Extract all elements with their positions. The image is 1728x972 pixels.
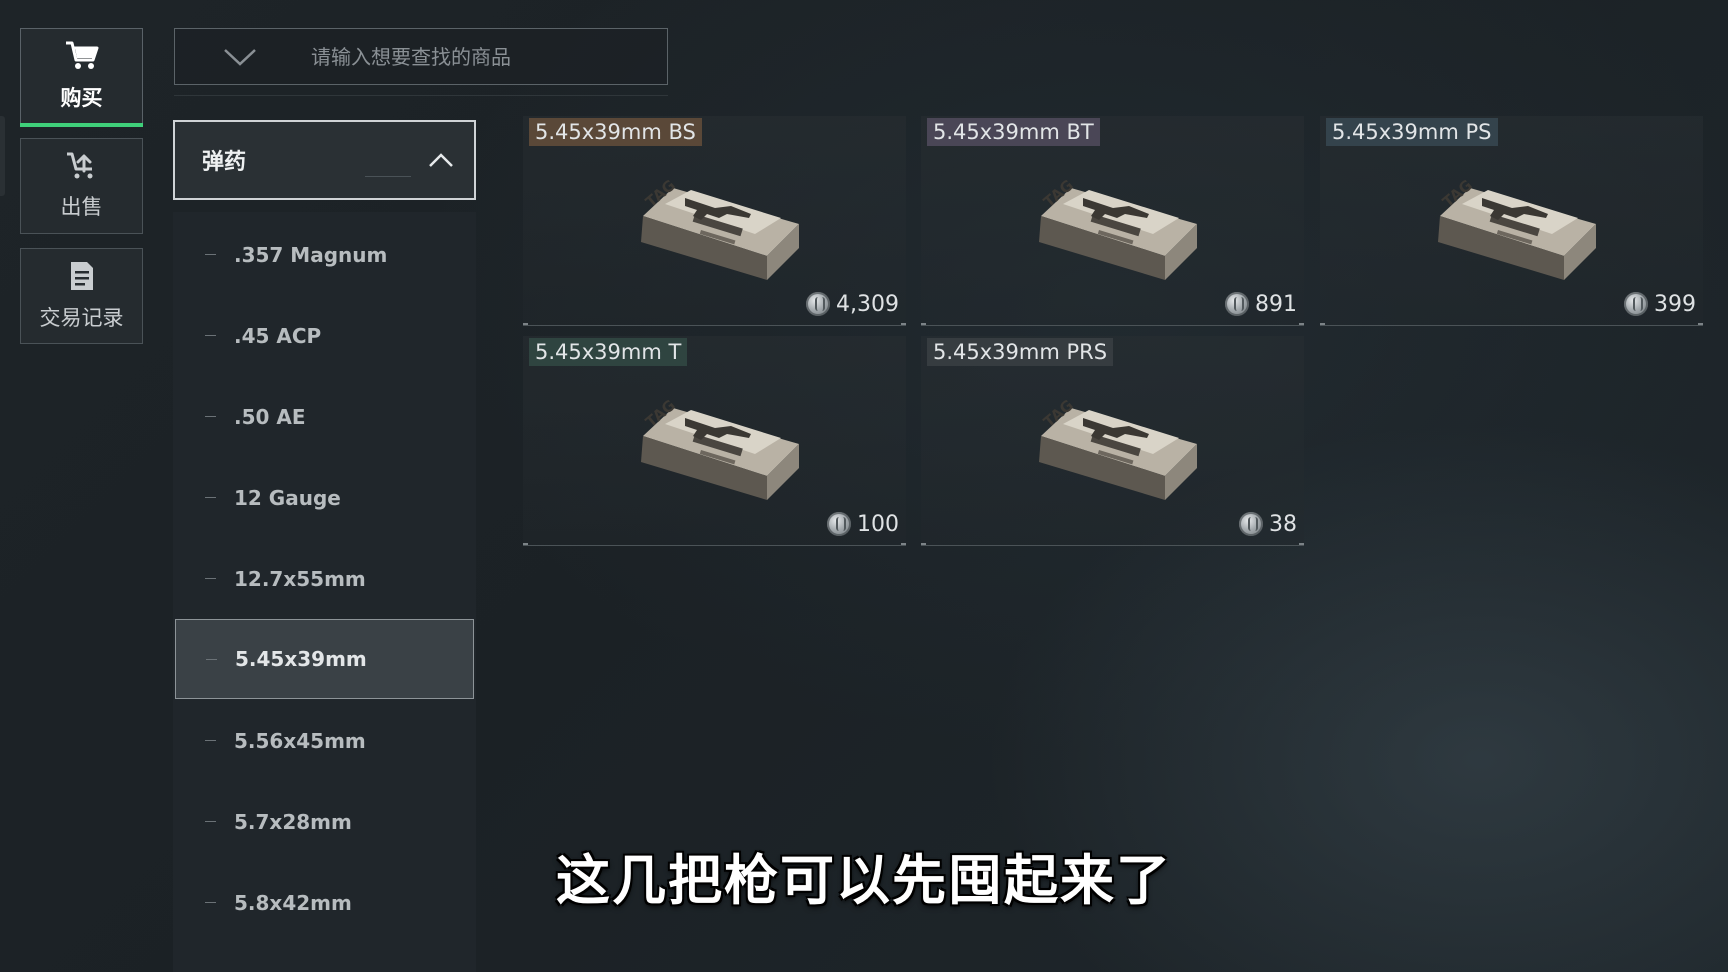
item-dash [205, 254, 216, 255]
price-value: 891 [1255, 291, 1297, 317]
product-card-t[interactable]: 5.45x39mm T TAG 100 [523, 336, 906, 546]
item-dash [205, 335, 216, 336]
category-title: 弹药 [202, 150, 247, 175]
nav-history-button[interactable]: 交易记录 [20, 248, 143, 344]
search-divider [174, 95, 668, 96]
product-card-prs[interactable]: 5.45x39mm PRS TAG 38 [921, 336, 1304, 546]
category-header-ammo[interactable]: 弹药 [173, 120, 476, 200]
ammo-box-icon: TAG [1029, 156, 1199, 290]
document-icon [69, 260, 95, 292]
header-divider [365, 176, 411, 177]
coin-icon [1225, 292, 1249, 316]
category-item-45-acp[interactable]: .45 ACP [175, 296, 474, 376]
category-item-label: 5.45x39mm [235, 647, 367, 671]
search-input[interactable] [311, 37, 651, 77]
category-item-50-ae[interactable]: .50 AE [175, 377, 474, 457]
category-item-5-45x39mm[interactable]: 5.45x39mm [175, 619, 474, 699]
nav-sell-button[interactable]: 出售 [20, 138, 143, 234]
price-value: 4,309 [836, 291, 899, 317]
product-name: 5.45x39mm BS [529, 118, 702, 146]
category-item-label: 5.7x28mm [234, 810, 352, 834]
product-card-bs[interactable]: 5.45x39mm BS TAG 4,309 [523, 116, 906, 326]
cart-icon [64, 40, 100, 72]
category-item-5-56x45mm[interactable]: 5.56x45mm [175, 701, 474, 781]
category-item-label: .357 Magnum [234, 243, 388, 267]
category-item-label: 5.56x45mm [234, 729, 366, 753]
category-item-357-magnum[interactable]: .357 Magnum [175, 215, 474, 295]
card-underline [1320, 323, 1703, 326]
product-name: 5.45x39mm T [529, 338, 688, 366]
item-dash [205, 416, 216, 417]
price-tag: 891 [1225, 290, 1297, 318]
category-item-12-7x55mm[interactable]: 12.7x55mm [175, 539, 474, 619]
product-name: 5.45x39mm PS [1326, 118, 1498, 146]
product-name: 5.45x39mm PRS [927, 338, 1114, 366]
sell-icon [65, 151, 99, 181]
card-underline [921, 323, 1304, 326]
item-dash [205, 821, 216, 822]
chevron-down-icon[interactable] [223, 47, 257, 71]
price-tag: 4,309 [806, 290, 899, 318]
item-dash [205, 578, 216, 579]
coin-icon [1239, 512, 1263, 536]
nav-sell-label: 出售 [60, 195, 103, 219]
video-subtitle: 这几把枪可以先囤起来了 [556, 849, 1172, 912]
product-name: 5.45x39mm BT [927, 118, 1100, 146]
left-edge-tab [0, 116, 5, 196]
category-item-label: 12 Gauge [234, 486, 341, 510]
price-tag: 38 [1239, 510, 1297, 538]
price-value: 100 [857, 511, 899, 537]
product-card-ps[interactable]: 5.45x39mm PS TAG 399 [1320, 116, 1703, 326]
coin-icon [806, 292, 831, 316]
ammo-box-icon: TAG [1029, 376, 1199, 510]
ammo-box-icon: TAG [1428, 156, 1598, 290]
price-tag: 100 [827, 510, 899, 538]
category-item-12-gauge[interactable]: 12 Gauge [175, 458, 474, 538]
price-value: 399 [1654, 291, 1696, 317]
price-value: 38 [1269, 511, 1297, 537]
category-item-label: .45 ACP [234, 324, 322, 348]
coin-icon [827, 512, 851, 536]
coin-icon [1624, 292, 1648, 316]
ammo-box-icon: TAG [631, 156, 801, 290]
nav-buy-label: 购买 [60, 86, 103, 110]
chevron-up-icon[interactable] [428, 152, 454, 172]
nav-buy-button[interactable]: 购买 [20, 28, 143, 127]
search-bar[interactable] [174, 28, 668, 85]
category-item-label: .50 AE [234, 405, 306, 429]
item-dash [205, 497, 216, 498]
category-item-label: 12.7x55mm [234, 567, 366, 591]
item-dash [206, 659, 217, 660]
ammo-box-icon: TAG [631, 376, 801, 510]
price-tag: 399 [1624, 290, 1696, 318]
card-underline [523, 323, 906, 326]
item-dash [205, 740, 216, 741]
card-underline [921, 543, 1304, 546]
nav-history-label: 交易记录 [39, 306, 124, 330]
product-card-bt[interactable]: 5.45x39mm BT TAG 891 [921, 116, 1304, 326]
card-underline [523, 543, 906, 546]
